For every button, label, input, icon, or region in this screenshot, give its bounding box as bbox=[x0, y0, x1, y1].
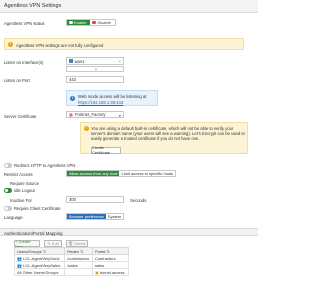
certificate-icon: ▦ bbox=[69, 112, 73, 117]
page-title: Agentless VPN Settings bbox=[4, 3, 62, 9]
listen-interfaces-field[interactable]: wan1 × bbox=[66, 57, 124, 65]
web-mode-info: i Web mode access will be listening at h… bbox=[66, 90, 158, 106]
certificate-warning: ! You are using a default built-in certi… bbox=[80, 122, 248, 155]
language-segment[interactable]: Browser preference System bbox=[66, 213, 125, 220]
inactive-for-unit: Seconds bbox=[130, 198, 147, 203]
web-mode-link[interactable]: https://192.168.1.99:443 bbox=[78, 100, 123, 105]
warning-icon: ! bbox=[8, 42, 13, 47]
web-mode-text: Web mode access will be listening at bbox=[78, 93, 147, 99]
disable-option[interactable]: Disable bbox=[90, 20, 115, 25]
redirect-http-toggle[interactable] bbox=[4, 163, 12, 168]
create-new-button[interactable]: + Create New bbox=[14, 239, 40, 249]
table-row[interactable]: 👥 LCL-AgentVerySortz /corkinsmea Contrac… bbox=[13, 254, 130, 262]
server-certificate-select[interactable]: ▦ Fortinet_Factory ▾ bbox=[66, 111, 124, 118]
listen-interfaces-label: Listen on Interface(s) bbox=[4, 60, 44, 65]
trash-icon: 🗑 bbox=[68, 241, 74, 246]
require-client-cert-label: Require Client Certificate bbox=[14, 206, 61, 211]
idle-logout-label: Idle Logout bbox=[14, 188, 35, 193]
listen-port-input[interactable]: 443 bbox=[66, 76, 124, 83]
enable-option[interactable]: Enable bbox=[67, 20, 91, 25]
auth-mapping-toolbar: + Create New ✎ Edit 🗑 Delete bbox=[14, 239, 129, 249]
column-portal[interactable]: Portal ⇅ bbox=[91, 247, 130, 255]
system-option[interactable]: System bbox=[106, 214, 123, 219]
certificate-warning-text: You are using a default built-in certifi… bbox=[91, 125, 245, 141]
info-icon: i bbox=[70, 96, 75, 101]
vpn-status-toggle[interactable]: Enable Disable bbox=[66, 19, 116, 26]
table-row[interactable]: 👥 LCL-AgentVerySales /sales sales bbox=[13, 261, 130, 269]
column-users-groups[interactable]: Users/Groups ⇅ bbox=[13, 247, 66, 255]
browser-preference-option[interactable]: Browser preference bbox=[67, 214, 106, 219]
auth-mapping-section-header: Authentication/Portal Mapping bbox=[0, 228, 258, 236]
redirect-http-label: Redirect HTTP to Agentless VPN bbox=[14, 163, 76, 168]
edit-button[interactable]: ✎ Edit bbox=[44, 240, 62, 247]
remove-icon[interactable]: × bbox=[119, 59, 121, 64]
group-icon: 👥 bbox=[17, 255, 22, 261]
not-configured-text: Agentless VPN settings are not fully con… bbox=[16, 42, 104, 48]
auth-mapping-title: Authentication/Portal Mapping bbox=[4, 230, 63, 236]
delete-button[interactable]: 🗑 Delete bbox=[66, 240, 88, 247]
create-certificate-button[interactable]: Create Certificate bbox=[91, 145, 121, 155]
inactive-for-label: Inactive For bbox=[10, 198, 32, 203]
limit-hosts-option[interactable]: Limit access to specific hosts bbox=[119, 171, 175, 176]
vpn-status-label: Agentless VPN status bbox=[4, 21, 45, 26]
column-realm[interactable]: Realm ⇅ bbox=[64, 247, 93, 255]
portal-icon: ▣ bbox=[94, 269, 99, 275]
auth-mapping-table: Users/Groups ⇅ Realm ⇅ Portal ⇅ 👥 LCL-Ag… bbox=[13, 247, 130, 276]
restrict-access-label: Restrict Access bbox=[4, 172, 33, 177]
add-interface-button[interactable]: + bbox=[66, 66, 124, 72]
table-row[interactable]: All Other Users/Groups ▣ tunnel-access bbox=[13, 268, 130, 276]
group-icon: 👥 bbox=[17, 262, 22, 268]
language-label: Language bbox=[4, 215, 23, 220]
require-source-label: Require Source bbox=[10, 181, 40, 186]
server-certificate-label: Server Certificate bbox=[4, 114, 37, 119]
inactive-for-input[interactable]: 300 bbox=[66, 196, 124, 203]
pencil-icon: ✎ bbox=[47, 241, 51, 246]
interface-icon bbox=[69, 59, 73, 63]
require-client-cert-toggle[interactable] bbox=[4, 206, 12, 211]
enable-dot-icon bbox=[69, 20, 73, 25]
interface-value: wan1 bbox=[74, 58, 85, 64]
idle-logout-toggle[interactable] bbox=[4, 188, 12, 193]
restrict-access-segment[interactable]: Allow access from any host Limit access … bbox=[66, 170, 177, 177]
not-configured-warning: ! Agentless VPN settings are not fully c… bbox=[4, 38, 244, 50]
disable-dot-icon bbox=[92, 20, 96, 25]
chevron-down-icon: ▾ bbox=[118, 112, 121, 118]
allow-any-host-option[interactable]: Allow access from any host bbox=[67, 171, 120, 176]
title-bar: Agentless VPN Settings bbox=[0, 0, 258, 13]
listen-port-label: Listen on Port bbox=[4, 78, 30, 83]
warning-icon: ! bbox=[84, 126, 89, 131]
